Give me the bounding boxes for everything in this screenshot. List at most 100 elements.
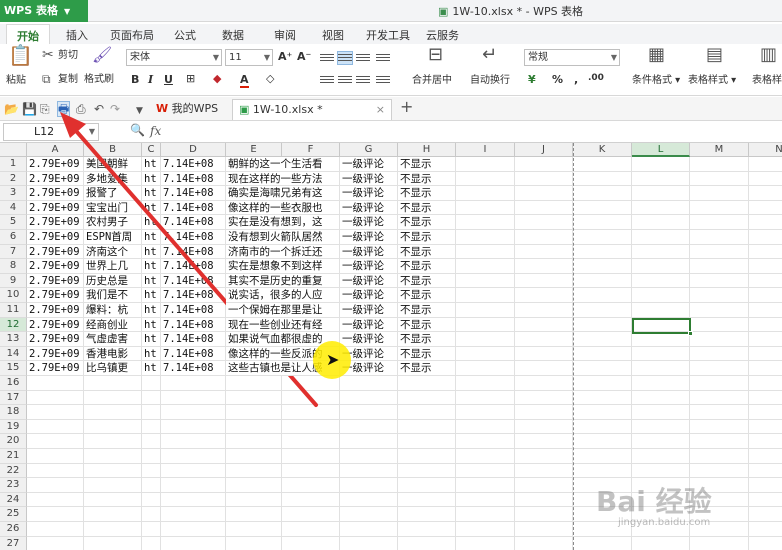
cell[interactable]	[282, 522, 340, 537]
cell[interactable]	[690, 376, 749, 391]
cell[interactable]: ht	[142, 244, 161, 260]
cell[interactable]	[226, 478, 282, 493]
cell[interactable]: 一级评论	[340, 230, 398, 245]
row-header[interactable]: 6	[0, 230, 27, 245]
cell[interactable]	[340, 390, 398, 406]
cell[interactable]	[282, 507, 340, 522]
cell[interactable]	[632, 273, 690, 289]
cell[interactable]: 历史总是	[84, 273, 142, 289]
cell[interactable]	[632, 419, 690, 435]
cell[interactable]	[632, 434, 690, 449]
cell[interactable]: ht	[142, 200, 161, 216]
cell[interactable]	[749, 318, 782, 333]
cell[interactable]: 济南市的一个拆迁还	[226, 244, 340, 260]
cell[interactable]: 朝鲜的这一个生活看	[226, 157, 340, 172]
tab-4[interactable]: 数据	[222, 27, 244, 43]
cell[interactable]	[749, 347, 782, 362]
cell[interactable]	[573, 390, 632, 406]
cell[interactable]: 7.14E+08	[161, 230, 226, 245]
cell[interactable]	[573, 317, 632, 333]
cell[interactable]	[226, 449, 282, 464]
cell[interactable]	[515, 419, 573, 435]
row-header[interactable]: 9	[0, 273, 27, 289]
cell[interactable]	[226, 434, 282, 449]
tab-8[interactable]: 云服务	[426, 27, 459, 43]
cell[interactable]: ESPN首周	[84, 230, 142, 245]
cell[interactable]: 不显示	[398, 288, 456, 303]
cell[interactable]	[573, 332, 632, 347]
cell[interactable]: 7.14E+08	[161, 200, 226, 216]
cell[interactable]	[456, 478, 515, 493]
cell[interactable]: 7.14E+08	[161, 157, 226, 172]
cell[interactable]: 世界上几	[84, 259, 142, 274]
cell[interactable]	[340, 478, 398, 493]
cell[interactable]	[515, 273, 573, 289]
column-header-n[interactable]: N	[749, 143, 782, 157]
cell[interactable]	[690, 171, 749, 187]
cell[interactable]	[27, 434, 84, 449]
cell[interactable]	[398, 478, 456, 493]
cell[interactable]	[456, 536, 515, 550]
font-size-select[interactable]: 11 ▼	[225, 49, 273, 66]
cell[interactable]	[398, 449, 456, 464]
cell[interactable]	[690, 157, 749, 172]
percent-icon[interactable]: %	[552, 73, 563, 86]
cell[interactable]	[456, 419, 515, 435]
cell[interactable]	[84, 507, 142, 522]
cell[interactable]	[456, 332, 515, 347]
row-header[interactable]: 14	[0, 346, 27, 362]
row-header[interactable]: 23	[0, 478, 27, 493]
cell[interactable]: 2.79E+09	[27, 332, 84, 347]
cell[interactable]	[749, 493, 782, 508]
cell[interactable]	[456, 361, 515, 376]
cell[interactable]	[573, 303, 632, 318]
cell[interactable]	[161, 507, 226, 522]
grow-font-icon[interactable]: A⁺	[278, 50, 292, 63]
cell[interactable]	[456, 449, 515, 464]
cell[interactable]	[632, 215, 690, 230]
cell[interactable]	[573, 419, 632, 435]
cell[interactable]	[632, 244, 690, 260]
cell[interactable]	[161, 522, 226, 537]
cell[interactable]	[632, 259, 690, 274]
insert-function-button[interactable]: fx	[150, 124, 161, 138]
row-header[interactable]: 3	[0, 186, 27, 201]
wrap-text-icon[interactable]: ↵	[482, 46, 497, 64]
cell[interactable]: 比乌镇更	[84, 361, 142, 376]
cell[interactable]: ht	[142, 171, 161, 187]
cell[interactable]	[161, 376, 226, 391]
cell[interactable]: 爆料：杭	[84, 303, 142, 318]
row-header[interactable]: 19	[0, 419, 27, 435]
cell[interactable]	[456, 463, 515, 479]
cell[interactable]: 农村男子	[84, 215, 142, 230]
cell[interactable]	[226, 376, 282, 391]
cell[interactable]	[282, 536, 340, 550]
cell[interactable]	[515, 303, 573, 318]
cell[interactable]	[749, 259, 782, 274]
cell[interactable]	[749, 449, 782, 464]
cell[interactable]	[573, 346, 632, 362]
cell[interactable]: ht	[142, 288, 161, 303]
cell[interactable]: 2.79E+09	[27, 230, 84, 245]
cell[interactable]	[142, 419, 161, 435]
tab-workbook[interactable]: ▣ 1W-10.xlsx * ×	[232, 99, 392, 120]
cell[interactable]: 我们是不	[84, 288, 142, 303]
cell[interactable]	[142, 405, 161, 420]
cell[interactable]	[749, 376, 782, 391]
cell[interactable]: 不显示	[398, 157, 456, 172]
row-header[interactable]: 10	[0, 288, 27, 303]
cell[interactable]	[456, 507, 515, 522]
cell[interactable]	[515, 200, 573, 216]
export-pdf-icon[interactable]: ⎘	[40, 102, 50, 116]
row-header[interactable]: 20	[0, 434, 27, 449]
cell[interactable]: 一级评论	[340, 215, 398, 230]
cell[interactable]	[456, 288, 515, 303]
tab-6[interactable]: 视图	[322, 27, 344, 43]
cell[interactable]: 一级评论	[340, 303, 398, 318]
cell[interactable]	[749, 537, 782, 550]
cell[interactable]	[515, 230, 573, 245]
column-header-g[interactable]: G	[340, 143, 398, 157]
save-icon[interactable]: 💾	[22, 102, 37, 116]
currency-icon[interactable]: ¥	[528, 73, 536, 86]
cell[interactable]: ht	[142, 230, 161, 245]
